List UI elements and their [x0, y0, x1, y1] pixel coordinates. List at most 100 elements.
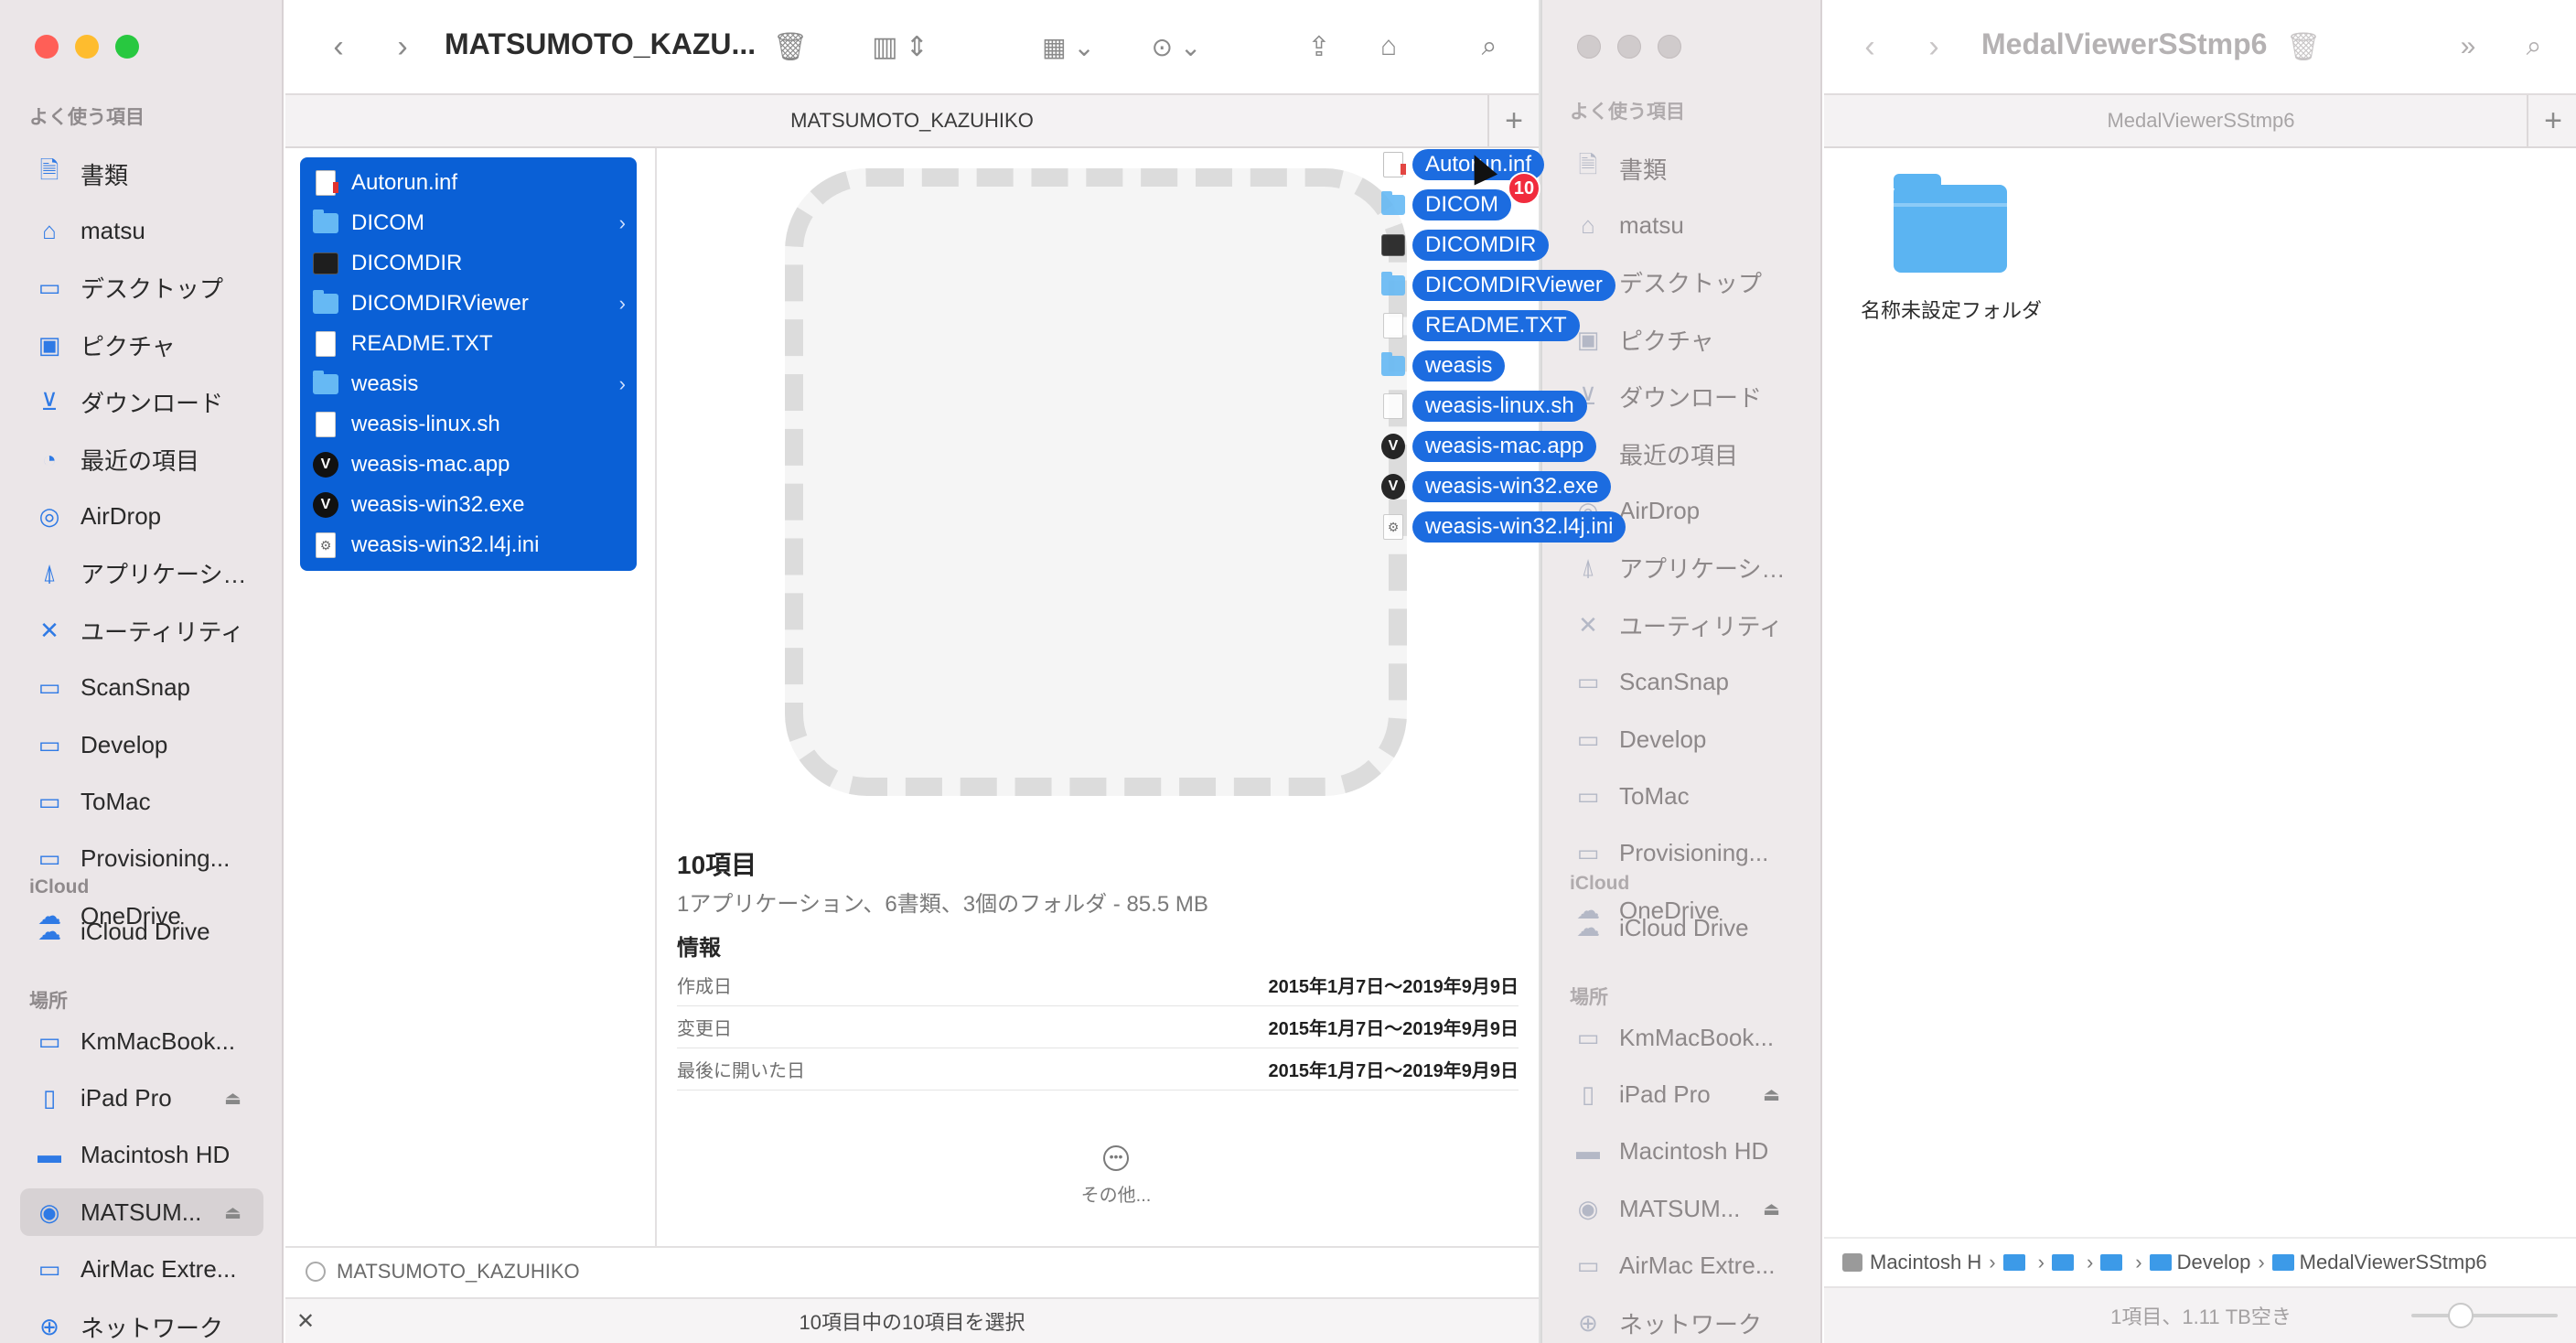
toolbar-overflow-button[interactable]: »	[2448, 26, 2488, 68]
close-icon[interactable]: ✕	[296, 1308, 315, 1335]
folder-icon[interactable]	[1894, 174, 2007, 273]
sidebar-item[interactable]: ▭ Provisioning...	[20, 835, 263, 883]
sidebar-item[interactable]: ▭ AirMac Extre...	[1559, 1242, 1802, 1290]
file-row[interactable]: README.TXT	[300, 324, 637, 364]
sidebar-item[interactable]: ☁ iCloud Drive	[1559, 904, 1802, 951]
eject-icon[interactable]: ⏏	[224, 1201, 242, 1224]
file-row[interactable]: Autorun.inf	[300, 163, 637, 203]
file-name: DICOMDIR	[351, 251, 463, 275]
cd-icon: ◉	[1577, 1194, 1599, 1222]
group-button[interactable]: ▦ ⌄	[1032, 26, 1105, 68]
trash-button[interactable]: 🗑	[2283, 26, 2324, 68]
sidebar-item[interactable]: ◉ MATSUM... ⏏	[1559, 1185, 1802, 1232]
folder-icon: ▭	[38, 844, 61, 873]
sidebar-item[interactable]: ◔ 最近の項目	[20, 435, 263, 483]
path-item[interactable]: MATSUMOTO_KAZUHIKO	[337, 1260, 580, 1284]
search-button[interactable]: ⌕	[1469, 26, 1509, 68]
chevron-right-icon: ›	[2258, 1251, 2265, 1273]
sidebar-item[interactable]: ⌂ matsu	[20, 207, 263, 254]
action-button[interactable]: ⊙ ⌄	[1140, 26, 1213, 68]
eject-icon[interactable]: ⏏	[1763, 1083, 1780, 1106]
slider-knob[interactable]	[2448, 1303, 2474, 1328]
sidebar-item[interactable]: ▭ KmMacBook...	[1559, 1014, 1802, 1061]
minimize-window-button[interactable]	[75, 35, 99, 59]
tab-current[interactable]: MedalViewerSStmp6	[2107, 109, 2294, 133]
sidebar-item[interactable]: ✕ ユーティリティ	[20, 607, 263, 654]
forward-button[interactable]: ›	[1916, 26, 1952, 68]
drag-item: README.TXT	[1381, 306, 1656, 346]
view-mode-button[interactable]: ▥ ⇕	[864, 26, 937, 68]
sidebar-item[interactable]: ▭ ToMac	[1559, 772, 1802, 820]
back-button[interactable]: ‹	[320, 26, 357, 68]
sidebar-item[interactable]: ✕ ユーティリティ	[1559, 601, 1802, 649]
trash-button[interactable]: 🗑	[770, 26, 810, 68]
new-tab-button[interactable]: +	[2527, 95, 2576, 146]
forward-button[interactable]: ›	[384, 26, 421, 68]
sidebar-item[interactable]: ▭ ScanSnap	[20, 664, 263, 712]
file-row[interactable]: Vweasis-win32.exe	[300, 485, 637, 525]
document-icon	[1383, 313, 1403, 338]
back-button[interactable]: ‹	[1852, 26, 1888, 68]
icon-size-slider[interactable]	[2411, 1303, 2558, 1328]
sidebar-item[interactable]: ⊕ ネットワーク	[20, 1303, 263, 1343]
more-button[interactable]: ••• その他...	[1043, 1145, 1189, 1207]
tag-button[interactable]: ⌂	[1368, 26, 1409, 68]
chevron-right-icon: ›	[618, 372, 626, 395]
sidebar-item[interactable]: ▭ KmMacBook...	[20, 1017, 263, 1065]
info-header: 情報	[677, 936, 721, 961]
path-item-root[interactable]: Macintosh H	[1870, 1251, 1981, 1274]
folder-icon[interactable]	[2002, 1254, 2025, 1271]
tab-current[interactable]: MATSUMOTO_KAZUHIKO	[790, 109, 1034, 133]
sidebar-item[interactable]: ▭ ToMac	[20, 778, 263, 825]
search-button[interactable]: ⌕	[2514, 26, 2554, 68]
sidebar-item[interactable]: ☁ iCloud Drive	[20, 908, 263, 955]
sidebar-item[interactable]: ▯ iPad Pro ⏏	[1559, 1070, 1802, 1118]
path-item-current[interactable]: MedalViewerSStmp6	[2300, 1251, 2487, 1274]
eject-icon[interactable]: ⏏	[1763, 1198, 1780, 1220]
sidebar-item[interactable]: ▭ ScanSnap	[1559, 659, 1802, 706]
eject-icon[interactable]: ⏏	[224, 1087, 242, 1110]
sidebar-item[interactable]: ⍋ アプリケーシ…	[1559, 544, 1802, 592]
file-row[interactable]: DICOMDIRViewer ›	[300, 284, 637, 324]
file-icon-wrap	[313, 412, 338, 437]
sidebar-item[interactable]: ⊕ ネットワーク	[1559, 1299, 1802, 1343]
sidebar-item[interactable]: ◎ AirDrop	[20, 492, 263, 540]
sidebar-item[interactable]: ▭ Develop	[20, 721, 263, 768]
new-tab-button[interactable]: +	[1487, 95, 1539, 146]
folder-icon	[1381, 191, 1405, 215]
sidebar-item[interactable]: ◉ MATSUM... ⏏	[20, 1188, 263, 1237]
path-item-develop[interactable]: Develop	[2177, 1251, 2251, 1274]
folder-label[interactable]: 名称未設定フォルダ	[1846, 295, 2056, 324]
sidebar-item[interactable]: ▭ AirMac Extre...	[20, 1246, 263, 1294]
file-row[interactable]: weasis-linux.sh	[300, 404, 637, 445]
minimize-window-button[interactable]	[1617, 35, 1641, 59]
sidebar-item[interactable]: ▭ Develop	[1559, 715, 1802, 763]
file-row[interactable]: DICOM ›	[300, 203, 637, 243]
folder-icon[interactable]	[2100, 1254, 2123, 1271]
sidebar-item[interactable]: ▯ iPad Pro ⏏	[20, 1074, 263, 1122]
sidebar-item[interactable]: ▭ Provisioning...	[1559, 830, 1802, 877]
file-name: DICOMDIRViewer	[351, 291, 529, 316]
sidebar-item[interactable]: ▭ デスクトップ	[20, 264, 263, 312]
sidebar-item[interactable]: 🗎 書類	[20, 150, 263, 198]
file-row[interactable]: Vweasis-mac.app	[300, 445, 637, 485]
window-controls	[35, 35, 139, 59]
drag-item-label: DICOMDIR	[1412, 230, 1550, 261]
close-window-button[interactable]	[35, 35, 59, 59]
file-row[interactable]: weasis ›	[300, 364, 637, 404]
sidebar-item[interactable]: ▬ Macintosh HD	[20, 1132, 263, 1179]
file-row[interactable]: DICOMDIR	[300, 243, 637, 284]
sidebar-item[interactable]: ⍋ アプリケーシ…	[20, 550, 263, 597]
sidebar-item[interactable]: ▬ Macintosh HD	[1559, 1128, 1802, 1176]
sidebar-item[interactable]: ▣ ピクチャ	[20, 321, 263, 369]
locations-header: 場所	[29, 991, 68, 1012]
file-row[interactable]: ⚙ weasis-win32.l4j.ini	[300, 525, 637, 565]
zoom-window-button[interactable]	[1658, 35, 1681, 59]
file-name: README.TXT	[351, 331, 493, 356]
close-window-button[interactable]	[1577, 35, 1601, 59]
sidebar-item[interactable]: ⊻ ダウンロード	[20, 379, 263, 426]
folder-icon[interactable]	[2051, 1254, 2074, 1271]
share-button[interactable]: ⇪	[1299, 26, 1339, 68]
zoom-window-button[interactable]	[115, 35, 139, 59]
icloud-icon: ☁	[38, 917, 61, 945]
